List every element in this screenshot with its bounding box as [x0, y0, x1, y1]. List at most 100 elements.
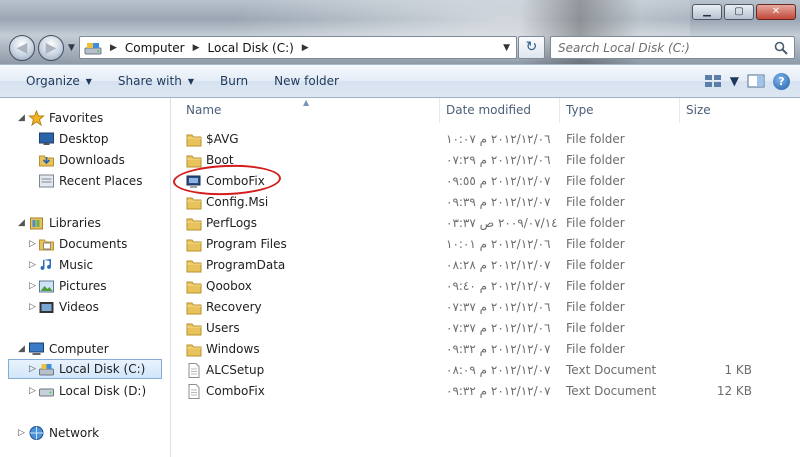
table-row[interactable]: Qoobox ٢٠١٢/١٢/٠٧ م ٠٩:٤٠ File folder	[172, 276, 800, 297]
sidebar-favorites-label: Favorites	[49, 111, 104, 125]
breadcrumb: Computer ▶ Local Disk (C:) ▶	[125, 41, 317, 55]
expand-icon[interactable]: ▷	[18, 428, 25, 438]
file-name: Recovery	[206, 300, 262, 314]
breadcrumb-root-arrow[interactable]: ▶	[102, 43, 125, 53]
search-input[interactable]	[558, 37, 773, 58]
breadcrumb-local-disk[interactable]: Local Disk (C:)	[208, 41, 294, 55]
burn-button[interactable]: Burn	[207, 68, 261, 94]
breadcrumb-separator[interactable]: ▶	[185, 43, 208, 53]
preview-pane-icon[interactable]	[747, 74, 765, 88]
column-header-type[interactable]: Type	[560, 98, 680, 123]
sidebar-item-label: Music	[59, 258, 94, 272]
file-date-modified: ٢٠١٢/١٢/٠٧ م ٠٩:٤٠	[446, 279, 551, 293]
sidebar-item-desktop[interactable]: Desktop	[0, 129, 170, 149]
breadcrumb-separator[interactable]: ▶	[294, 43, 317, 53]
file-name: ALCSetup	[206, 363, 265, 377]
file-size: 12 KB	[716, 384, 752, 398]
collapse-icon[interactable]: ◢	[18, 218, 25, 228]
share-with-label: Share with	[117, 74, 182, 88]
folder-icon	[186, 153, 202, 168]
column-header-name[interactable]: Name	[180, 98, 440, 123]
view-options-dropdown[interactable]: ▼	[730, 68, 739, 94]
address-bar[interactable]: ▶ Computer ▶ Local Disk (C:) ▶ ▼	[79, 36, 517, 59]
table-row[interactable]: ComboFix ٢٠١٢/١٢/٠٧ م ٠٩:٥٥ File folder	[172, 171, 800, 192]
table-row[interactable]: Program Files ٢٠١٢/١٢/٠٦ م ١٠:٠١ File fold…	[172, 234, 800, 255]
column-header-size[interactable]: Size	[680, 98, 760, 123]
help-icon[interactable]: ?	[773, 72, 790, 90]
folder-icon	[186, 279, 202, 294]
network-icon	[29, 426, 44, 440]
sidebar-computer[interactable]: ◢ Computer	[0, 339, 170, 359]
organize-label: Organize	[26, 74, 80, 88]
collapse-icon[interactable]: ◢	[18, 113, 25, 123]
sidebar-item-pictures[interactable]: ▷ Pictures	[0, 276, 170, 296]
sidebar-item-local-disk-d[interactable]: ▷ Local Disk (D:)	[0, 381, 170, 401]
file-type: File folder	[566, 216, 625, 230]
close-button[interactable]: ✕	[756, 4, 796, 20]
file-name: Boot	[206, 153, 234, 167]
table-row[interactable]: $AVG ٢٠١٢/١٢/٠٦ م ١٠:٠٧ File folder	[172, 129, 800, 150]
folder-icon	[186, 195, 202, 210]
table-row[interactable]: ComboFix ٢٠١٢/١٢/٠٧ م ٠٩:٣٢ Text Document 1…	[172, 381, 800, 402]
text-document-icon	[186, 384, 202, 399]
sidebar-network-label: Network	[49, 426, 100, 440]
breadcrumb-computer[interactable]: Computer	[125, 41, 185, 55]
file-date-modified: ٢٠٠٩/٠٧/١٤ ص ٠٣:٣٧	[446, 216, 558, 230]
expand-icon[interactable]: ▷	[29, 239, 36, 249]
sidebar-item-downloads[interactable]: Downloads	[0, 150, 170, 170]
sidebar-item-label: Documents	[59, 237, 128, 251]
file-name: Windows	[206, 342, 260, 356]
back-button[interactable]: ◀	[9, 35, 35, 61]
sort-ascending-icon: ▲	[303, 98, 310, 107]
sidebar-item-documents[interactable]: ▷ Documents	[0, 234, 170, 254]
collapse-icon[interactable]: ◢	[18, 344, 25, 354]
address-dropdown[interactable]: ▼	[497, 43, 516, 53]
expand-icon[interactable]: ▷	[29, 364, 36, 374]
table-row[interactable]: Recovery ٢٠١٢/١٢/٠٦ م ٠٧:٣٧ File folder	[172, 297, 800, 318]
file-list: Name ▲ Date modified Type Size $AVG ٢٠١٢/…	[172, 98, 800, 457]
table-row[interactable]: Users ٢٠١٢/١٢/٠٦ م ٠٧:٣٧ File folder	[172, 318, 800, 339]
command-bar: Organize ▼ Share with ▼ Burn New folder …	[0, 64, 800, 98]
sidebar-item-recent-places[interactable]: Recent Places	[0, 171, 170, 191]
sidebar-item-local-disk-c[interactable]: ▷ Local Disk (C:)	[8, 359, 162, 379]
refresh-button[interactable]: ↻	[518, 36, 545, 59]
sidebar-item-label: Pictures	[59, 279, 107, 293]
table-row[interactable]: PerfLogs ٢٠٠٩/٠٧/١٤ ص ٠٣:٣٧ File folder	[172, 213, 800, 234]
column-header-date-modified[interactable]: Date modified	[440, 98, 560, 123]
drive-icon	[39, 388, 54, 397]
sidebar-item-music[interactable]: ▷ Music	[0, 255, 170, 275]
folder-icon	[186, 237, 202, 252]
folder-icon	[186, 258, 202, 273]
table-row[interactable]: Boot ٢٠١٢/١٢/٠٦ م ٠٧:٢٩ File folder	[172, 150, 800, 171]
minimize-button[interactable]: ▁	[692, 4, 722, 20]
file-name: Qoobox	[206, 279, 252, 293]
table-row[interactable]: Windows ٢٠١٢/١٢/٠٧ م ٠٩:٣٢ File folder	[172, 339, 800, 360]
videos-icon	[39, 302, 54, 313]
forward-button[interactable]: ▶	[38, 35, 64, 61]
sidebar-favorites[interactable]: ◢ Favorites	[0, 108, 170, 128]
expand-icon[interactable]: ▷	[29, 260, 36, 270]
table-row[interactable]: Config.Msi ٢٠١٢/١٢/٠٧ م ٠٩:٣٩ File folder	[172, 192, 800, 213]
file-date-modified: ٢٠١٢/١٢/٠٦ م ١٠:٠١	[446, 237, 551, 251]
sidebar-network[interactable]: ▷ Network	[0, 423, 170, 443]
file-date-modified: ٢٠١٢/١٢/٠٧ م ٠٩:٣٩	[446, 195, 551, 209]
maximize-button[interactable]: ▢	[724, 4, 754, 20]
documents-icon	[39, 239, 54, 251]
downloads-folder-icon	[39, 155, 54, 167]
new-folder-button[interactable]: New folder	[261, 68, 352, 94]
expand-icon[interactable]: ▷	[29, 386, 36, 396]
sidebar-item-videos[interactable]: ▷ Videos	[0, 297, 170, 317]
table-row[interactable]: ProgramData ٢٠١٢/١٢/٠٧ م ٠٨:٢٨ File folder	[172, 255, 800, 276]
change-view-icon[interactable]	[704, 74, 722, 88]
search-icon[interactable]	[774, 41, 788, 55]
file-type: File folder	[566, 258, 625, 272]
share-with-button[interactable]: Share with ▼	[105, 68, 207, 94]
file-name: $AVG	[206, 132, 239, 146]
expand-icon[interactable]: ▷	[29, 281, 36, 291]
sidebar-libraries[interactable]: ◢ Libraries	[0, 213, 170, 233]
table-row[interactable]: ALCSetup ٢٠١٢/١٢/٠٧ م ٠٨:٠٩ Text Document 1…	[172, 360, 800, 381]
organize-button[interactable]: Organize ▼	[0, 68, 105, 94]
recent-pages-dropdown[interactable]: ▼	[68, 43, 75, 53]
expand-icon[interactable]: ▷	[29, 302, 36, 312]
chevron-down-icon: ▼	[85, 76, 92, 86]
